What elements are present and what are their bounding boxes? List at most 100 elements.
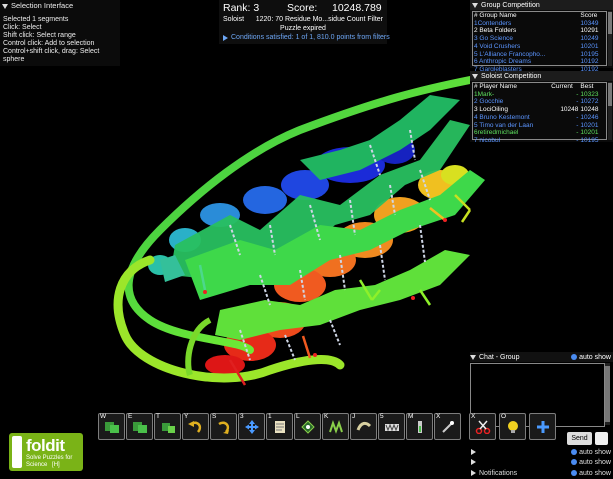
column-header: Score — [580, 12, 598, 19]
tool-mutate[interactable]: K — [322, 413, 349, 440]
group-name: 3 Go Science — [474, 35, 514, 43]
tool-scissors[interactable]: X — [469, 413, 496, 440]
column-header: # Player Name — [474, 83, 517, 90]
tool-rebuild[interactable]: L — [294, 413, 321, 440]
score-label: Score: — [287, 2, 318, 14]
auto-show-label[interactable]: auto show — [579, 354, 611, 361]
group-competition-panel: Group Competition # Group Name Score 1Co… — [470, 0, 613, 73]
tool-undo[interactable]: Y — [182, 413, 209, 440]
expand-triangle-icon — [223, 34, 228, 41]
tool-freeze[interactable]: 5 — [378, 413, 405, 440]
hotkey-label: W — [100, 413, 107, 420]
table-row[interactable]: 7 nicobul -10195 — [473, 137, 606, 145]
collapse-triangle-icon[interactable] — [470, 354, 476, 360]
player-name: 2 Gocchie — [474, 98, 504, 106]
tool-move[interactable]: 3 — [238, 413, 265, 440]
selection-help-line: Click: Select — [3, 24, 42, 31]
tool-wiggle-sidechains[interactable]: E — [126, 413, 153, 440]
tool-lightbulb[interactable]: O — [499, 413, 526, 440]
player-name: 3 LociOiling — [474, 106, 508, 114]
wiggle-all-icon — [105, 422, 119, 433]
hotkey-label: J — [352, 413, 356, 420]
mode-label: Soloist — [223, 16, 245, 23]
group-list-scrollbar[interactable] — [608, 11, 612, 66]
soloist-competition-title: Soloist Competition — [481, 72, 542, 80]
group-score: 10192 — [580, 58, 599, 66]
auto-show-label[interactable]: auto show — [579, 470, 611, 477]
player-name: 5 Timo van der Laan — [474, 121, 534, 129]
tool-add[interactable] — [529, 413, 556, 440]
tool-tweak[interactable]: T — [154, 413, 181, 440]
table-row[interactable]: 3 Go Science 10249 — [473, 35, 606, 43]
player-name: 1Mark- — [474, 90, 495, 98]
table-row[interactable]: 5 L'Alliance Francopho... 10195 — [473, 51, 606, 59]
shake-icon — [218, 421, 230, 434]
player-name: 6retiredmichael — [474, 129, 519, 137]
player-name: 7 nicobul — [474, 136, 501, 144]
rubber-band-icon — [418, 421, 422, 433]
auto-show-label[interactable]: auto show — [579, 459, 611, 466]
player-current: - — [576, 113, 579, 121]
table-row[interactable]: 4 Void Crushers 10201 — [473, 43, 606, 51]
hotkey-label: 3 — [240, 413, 244, 420]
tool-shake[interactable]: S — [210, 413, 237, 440]
logo-tagline: Solve Puzzles for Science [H] — [26, 455, 82, 468]
auto-show-label[interactable]: auto show — [579, 449, 611, 456]
tool-wiggle-all[interactable]: W — [98, 413, 125, 440]
collapse-triangle-icon[interactable] — [472, 2, 478, 8]
chat-options-icon[interactable] — [595, 432, 608, 445]
player-best: 10246 — [580, 113, 599, 121]
table-row[interactable]: 2 Gocchie -10272 — [473, 98, 606, 106]
puzzle-status: Puzzle expired — [280, 25, 326, 32]
info-icon[interactable] — [571, 470, 578, 476]
collapsed-panel-row[interactable]: auto show — [471, 457, 613, 467]
table-row[interactable]: 6retiredmichael -10201 — [473, 129, 606, 137]
table-row[interactable]: 6 Anthropic Dreams 10192 — [473, 58, 606, 66]
table-row[interactable]: 4 Bruno Kestemont -10246 — [473, 114, 606, 122]
group-name: 6 Anthropic Dreams — [474, 58, 532, 66]
chat-scrollbar[interactable] — [605, 363, 610, 425]
collapsed-panel-row[interactable]: auto show — [471, 447, 613, 457]
player-current: - — [576, 136, 579, 144]
selection-help-line: Control+shift click, drag: Select — [3, 48, 100, 55]
rank-label: Rank: 3 — [223, 2, 260, 14]
tool-cut[interactable]: J — [350, 413, 377, 440]
player-best: 10272 — [580, 98, 599, 106]
group-name: 5 L'Alliance Francopho... — [474, 50, 546, 58]
move-icon — [245, 420, 259, 434]
notifications-row[interactable]: Notifications auto show — [471, 468, 613, 478]
freeze-icon — [385, 423, 399, 432]
tool-notes[interactable]: 1 — [266, 413, 293, 440]
group-name: 2 Beta Folders — [474, 27, 517, 35]
soloist-list: # Player Name Current Best 1Mark- -10323 … — [472, 82, 607, 144]
tool-rubber-band[interactable]: M — [406, 413, 433, 440]
table-row[interactable]: 5 Timo van der Laan -10201 — [473, 122, 606, 130]
table-row[interactable]: 2 Beta Folders 10291 — [473, 27, 606, 35]
info-icon[interactable] — [571, 354, 578, 360]
info-icon[interactable] — [571, 449, 578, 455]
tool-mutate-2[interactable]: X — [434, 413, 461, 440]
group-score: 10195 — [580, 50, 599, 58]
group-score: 10291 — [580, 27, 599, 35]
conditions-row[interactable]: Conditions satisfied: 1 of 1, 810.0 poin… — [223, 34, 390, 41]
logo-badge: [H] — [52, 461, 60, 468]
hotkey-label: 1 — [268, 413, 272, 420]
expand-triangle-icon — [471, 449, 476, 455]
soloist-competition-panel: Soloist Competition # Player Name Curren… — [470, 71, 613, 144]
info-icon[interactable] — [571, 459, 578, 465]
collapse-triangle-icon[interactable] — [472, 73, 478, 79]
table-row[interactable]: 1Mark- -10323 — [473, 91, 606, 99]
collapse-triangle-icon[interactable] — [2, 3, 8, 9]
table-row[interactable]: 1Contenders 10349 — [473, 20, 606, 28]
send-button[interactable]: Send — [567, 432, 592, 445]
expand-triangle-icon — [471, 459, 476, 465]
soloist-list-scrollbar[interactable] — [608, 82, 612, 140]
foldit-logo[interactable]: foldit Solve Puzzles for Science [H] — [9, 433, 83, 471]
notifications-title: Notifications — [479, 469, 518, 477]
hotkey-label: T — [156, 413, 160, 420]
hotkey-label: E — [128, 413, 133, 420]
table-row[interactable]: 3 LociOiling 10248 10248 — [473, 106, 606, 114]
player-best: 10195 — [580, 136, 599, 144]
hotkey-label: Y — [184, 413, 189, 420]
chat-header[interactable]: Chat - Group auto show — [470, 352, 613, 362]
